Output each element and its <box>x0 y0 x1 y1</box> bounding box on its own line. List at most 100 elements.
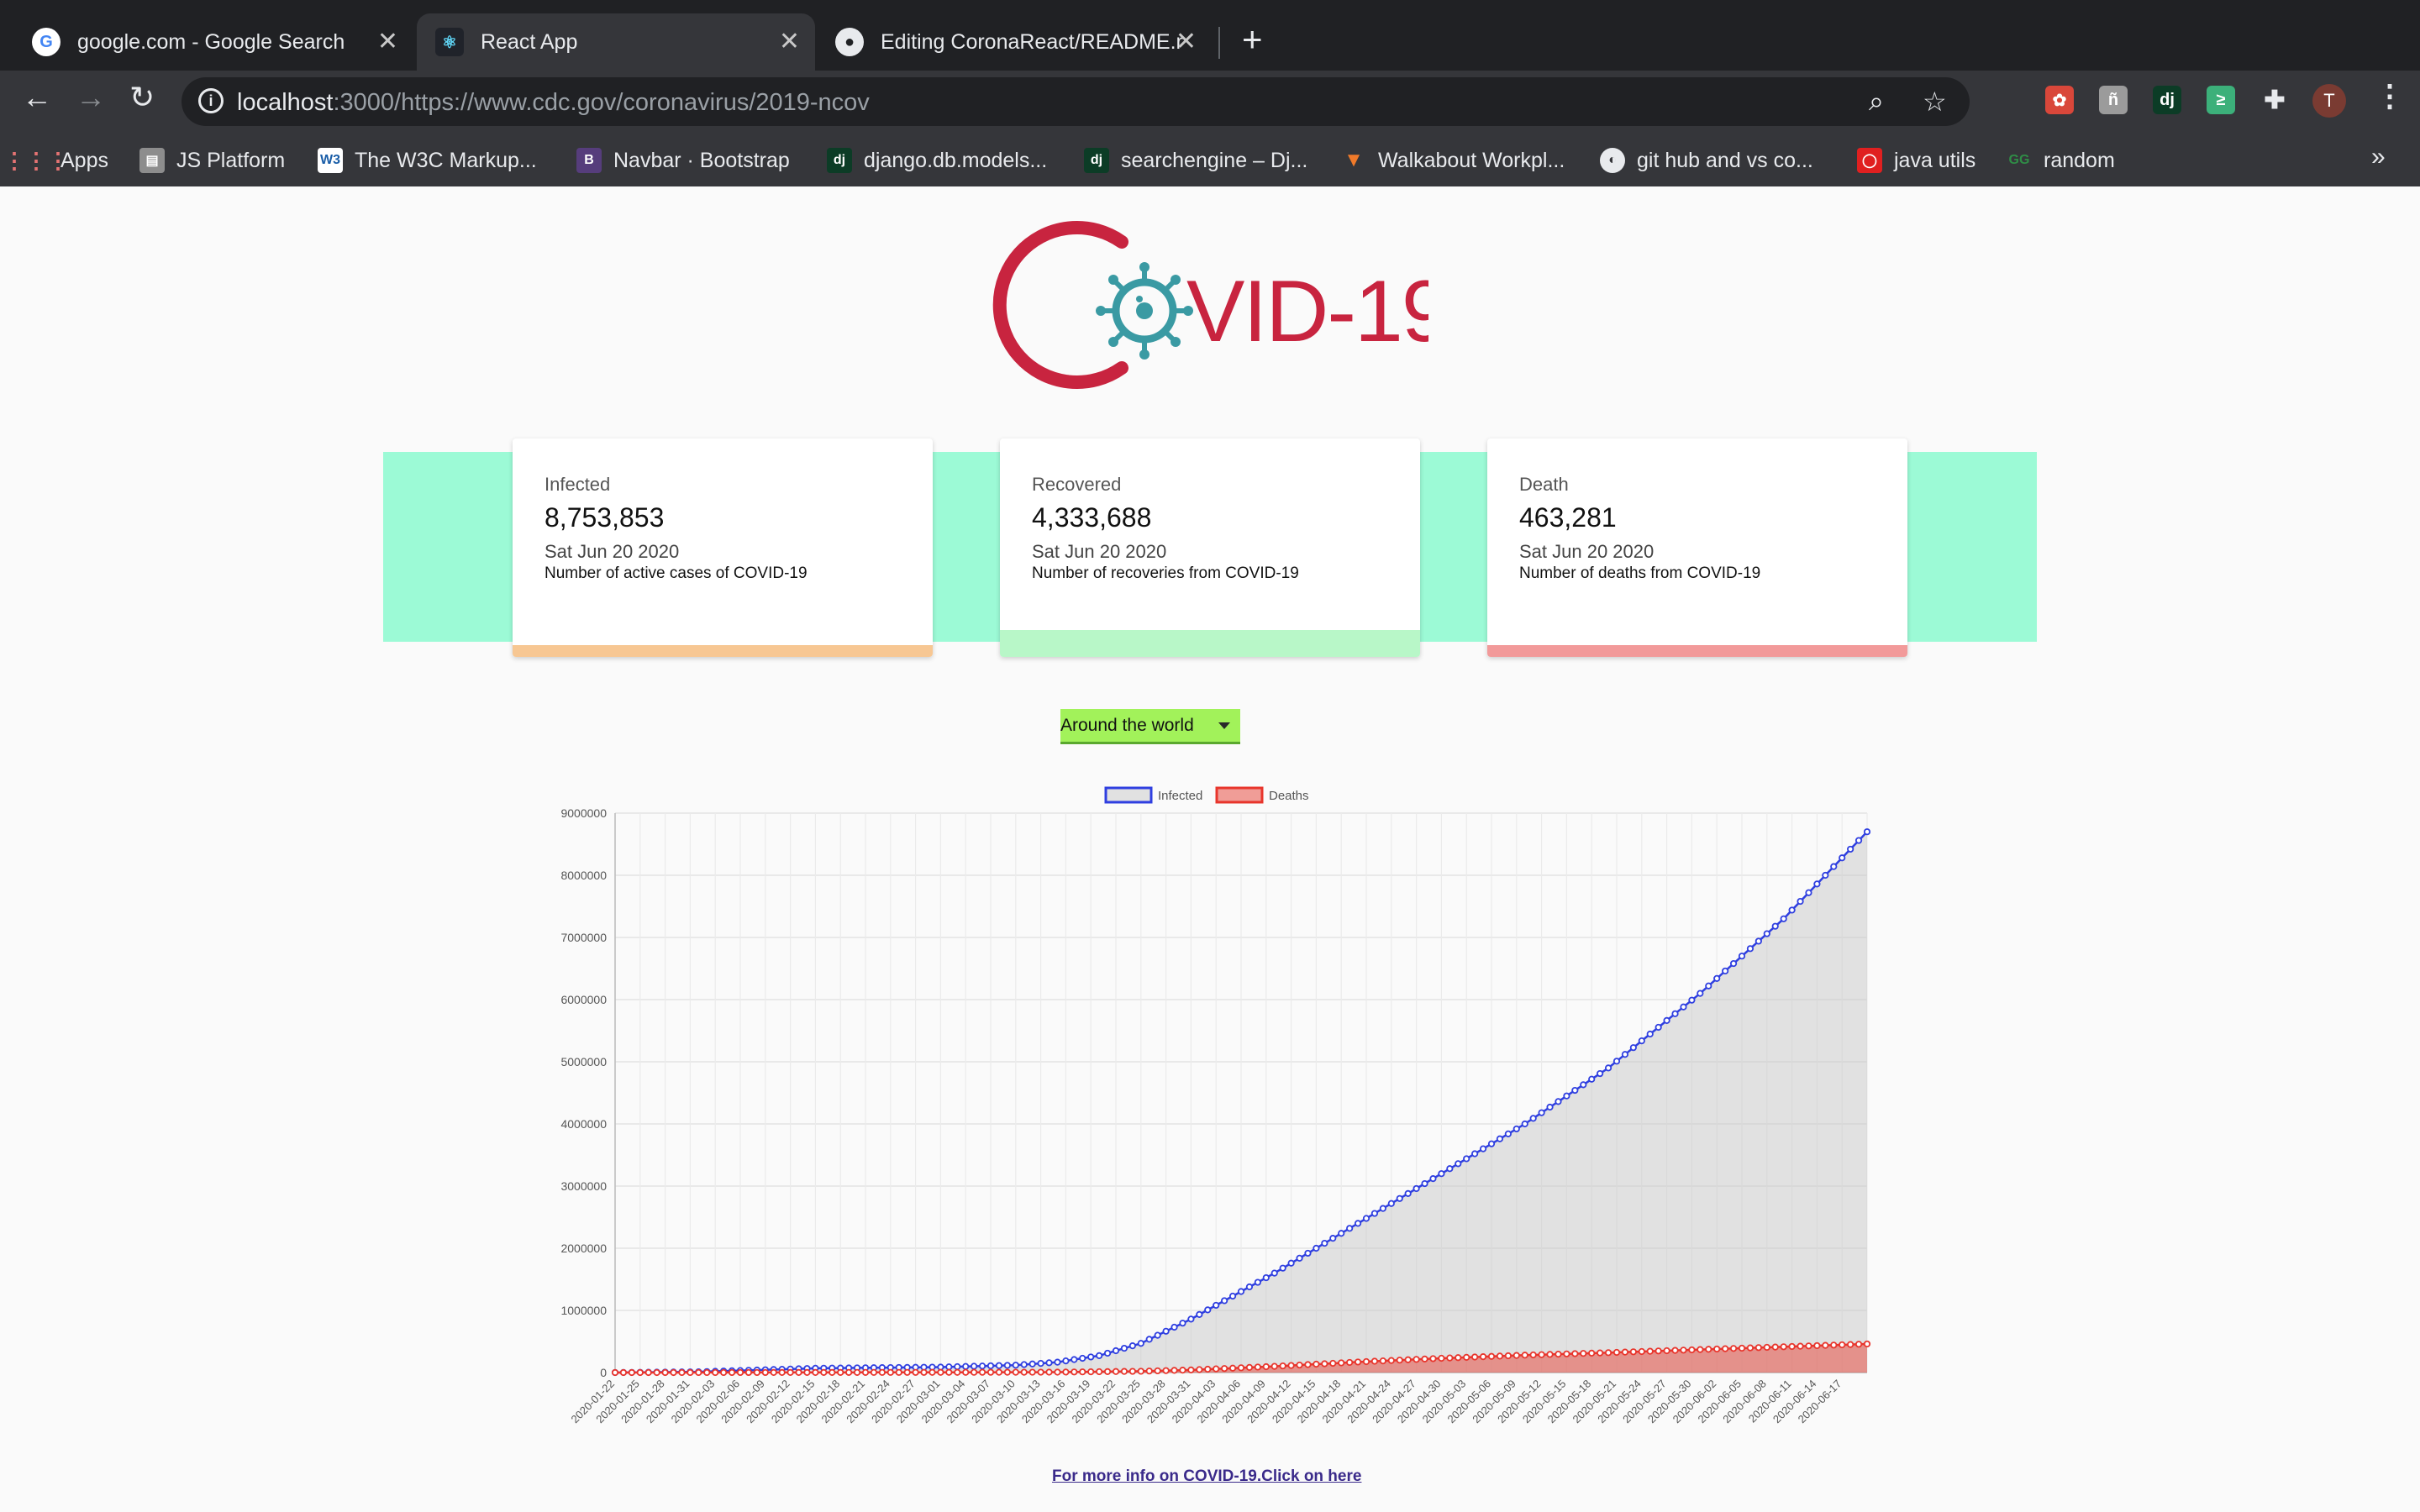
data-point-infected <box>1287 1259 1295 1267</box>
bookmark-js-platform[interactable]: ▤ JS Platform <box>139 146 285 175</box>
data-point-deaths <box>1629 1348 1637 1356</box>
data-point-infected <box>1003 1362 1011 1369</box>
data-point-deaths <box>1028 1368 1036 1376</box>
data-point-deaths <box>878 1368 886 1376</box>
data-point-deaths <box>1329 1359 1337 1368</box>
data-point-deaths <box>1797 1342 1804 1350</box>
bookmark-searchengine[interactable]: dj searchengine – Dj... <box>1084 146 1307 175</box>
tab-react-app[interactable]: ⚛ React App ✕ <box>417 13 815 71</box>
address-bar[interactable]: i localhost:3000/https://www.cdc.gov/cor… <box>182 77 1970 126</box>
data-point-deaths <box>1071 1368 1078 1376</box>
data-point-deaths <box>971 1368 978 1376</box>
data-point-infected <box>1279 1264 1286 1272</box>
reload-button[interactable]: ↻ <box>129 82 155 113</box>
more-info-link[interactable]: For more info on COVID-19.Click on here <box>1052 1467 1361 1486</box>
data-point-infected <box>1663 1016 1670 1024</box>
data-point-deaths <box>619 1368 628 1377</box>
data-point-infected <box>1830 863 1838 870</box>
bookmark-bootstrap[interactable]: B Navbar · Bootstrap <box>576 146 790 175</box>
data-point-deaths <box>1346 1358 1354 1367</box>
card-title: Infected <box>544 474 611 495</box>
data-point-infected <box>1313 1244 1320 1252</box>
data-point-infected <box>1546 1103 1554 1111</box>
data-point-infected <box>1754 937 1762 945</box>
zoom-icon[interactable]: ⌕ <box>1869 86 1884 118</box>
data-point-infected <box>1020 1361 1028 1368</box>
card-accent-bar <box>1000 630 1420 657</box>
bookmark-github-vscode[interactable]: ◐ git hub and vs co... <box>1600 146 1813 175</box>
data-point-deaths <box>1604 1349 1612 1357</box>
close-icon[interactable]: ✕ <box>1176 27 1197 56</box>
data-point-deaths <box>636 1368 644 1377</box>
data-point-infected <box>1421 1179 1428 1188</box>
data-point-infected <box>1487 1140 1496 1147</box>
bookmark-django-models[interactable]: dj django.db.models... <box>827 146 1047 175</box>
forward-button[interactable]: → <box>76 82 106 113</box>
data-point-infected <box>1370 1210 1379 1217</box>
bookmark-java-utils[interactable]: ◯ java utils <box>1857 146 1975 175</box>
tab-title: google.com - Google Search <box>77 29 345 54</box>
data-point-infected <box>1655 1023 1662 1032</box>
url-text[interactable]: localhost:3000/https://www.cdc.gov/coron… <box>237 89 870 117</box>
data-point-deaths <box>744 1368 753 1377</box>
country-select[interactable]: Around the world <box>1060 709 1240 744</box>
bookmarks-overflow-icon[interactable]: » <box>2371 143 2386 171</box>
menu-icon[interactable]: ⋮ <box>2375 81 2405 111</box>
data-point-infected <box>1671 1010 1679 1017</box>
recovered-card: Recovered 4,333,688 Sat Jun 20 2020 Numb… <box>1000 438 1420 657</box>
data-point-deaths <box>954 1368 961 1376</box>
extension-icon-2[interactable]: ñ <box>2099 86 2128 114</box>
bookmark-w3c[interactable]: W3 The W3C Markup... <box>318 146 537 175</box>
data-point-infected <box>1362 1215 1370 1222</box>
data-point-infected <box>1746 945 1754 953</box>
data-point-deaths <box>1729 1345 1738 1352</box>
bookmark-walkabout[interactable]: ▼ Walkabout Workpl... <box>1341 146 1565 175</box>
data-point-deaths <box>1538 1351 1545 1358</box>
data-point-deaths <box>1512 1352 1520 1359</box>
data-point-deaths <box>1112 1368 1120 1375</box>
bookmark-random[interactable]: GG random <box>2007 146 2115 175</box>
y-tick-label: 9000000 <box>560 806 607 820</box>
data-point-deaths <box>1162 1367 1170 1374</box>
data-point-deaths <box>1296 1361 1303 1369</box>
data-point-deaths <box>628 1368 635 1377</box>
data-point-deaths <box>1179 1367 1186 1374</box>
tab-github[interactable]: ● Editing CoronaReact/README.m ✕ <box>817 13 1212 71</box>
data-point-deaths <box>937 1368 944 1376</box>
logo-text: VID-19 <box>1186 263 1428 360</box>
data-point-deaths <box>1037 1368 1044 1376</box>
tab-google[interactable]: G google.com - Google Search ✕ <box>0 13 413 71</box>
back-button[interactable]: ← <box>22 82 52 113</box>
data-point-deaths <box>1446 1354 1454 1362</box>
bookmark-star-icon[interactable]: ☆ <box>1923 86 1947 118</box>
new-tab-button[interactable]: + <box>1242 22 1263 57</box>
tab-title: React App <box>481 29 578 54</box>
data-point-deaths <box>1137 1368 1144 1375</box>
y-tick-label: 7000000 <box>560 931 607 944</box>
data-point-deaths <box>1722 1345 1729 1352</box>
data-point-infected <box>1254 1278 1261 1286</box>
data-point-deaths <box>1571 1350 1579 1357</box>
close-icon[interactable]: ✕ <box>377 27 398 56</box>
data-point-infected <box>1496 1135 1504 1142</box>
site-info-icon[interactable]: i <box>198 88 224 113</box>
death-card: Death 463,281 Sat Jun 20 2020 Number of … <box>1487 438 1907 657</box>
data-point-deaths <box>1213 1365 1220 1373</box>
terminal-extension-icon[interactable]: ≥ <box>2207 86 2235 114</box>
data-point-deaths <box>929 1368 936 1376</box>
bookmark-apps[interactable]: ⋮⋮⋮ Apps <box>3 146 108 175</box>
data-point-deaths <box>1646 1347 1654 1355</box>
data-point-infected <box>1296 1254 1303 1262</box>
data-point-infected <box>1120 1344 1128 1352</box>
data-point-deaths <box>1771 1343 1779 1351</box>
close-icon[interactable]: ✕ <box>779 27 800 56</box>
data-point-infected <box>1780 915 1787 922</box>
data-point-deaths <box>820 1368 828 1376</box>
data-point-infected <box>1738 953 1746 960</box>
extension-icon-1[interactable]: ✿ <box>2045 86 2074 114</box>
data-point-infected <box>1588 1075 1596 1083</box>
profile-avatar[interactable]: T <box>2312 84 2346 118</box>
puzzle-extensions-icon[interactable]: ✚ <box>2260 86 2289 114</box>
django-extension-icon[interactable]: dj <box>2153 86 2181 114</box>
data-point-infected <box>1621 1051 1629 1058</box>
